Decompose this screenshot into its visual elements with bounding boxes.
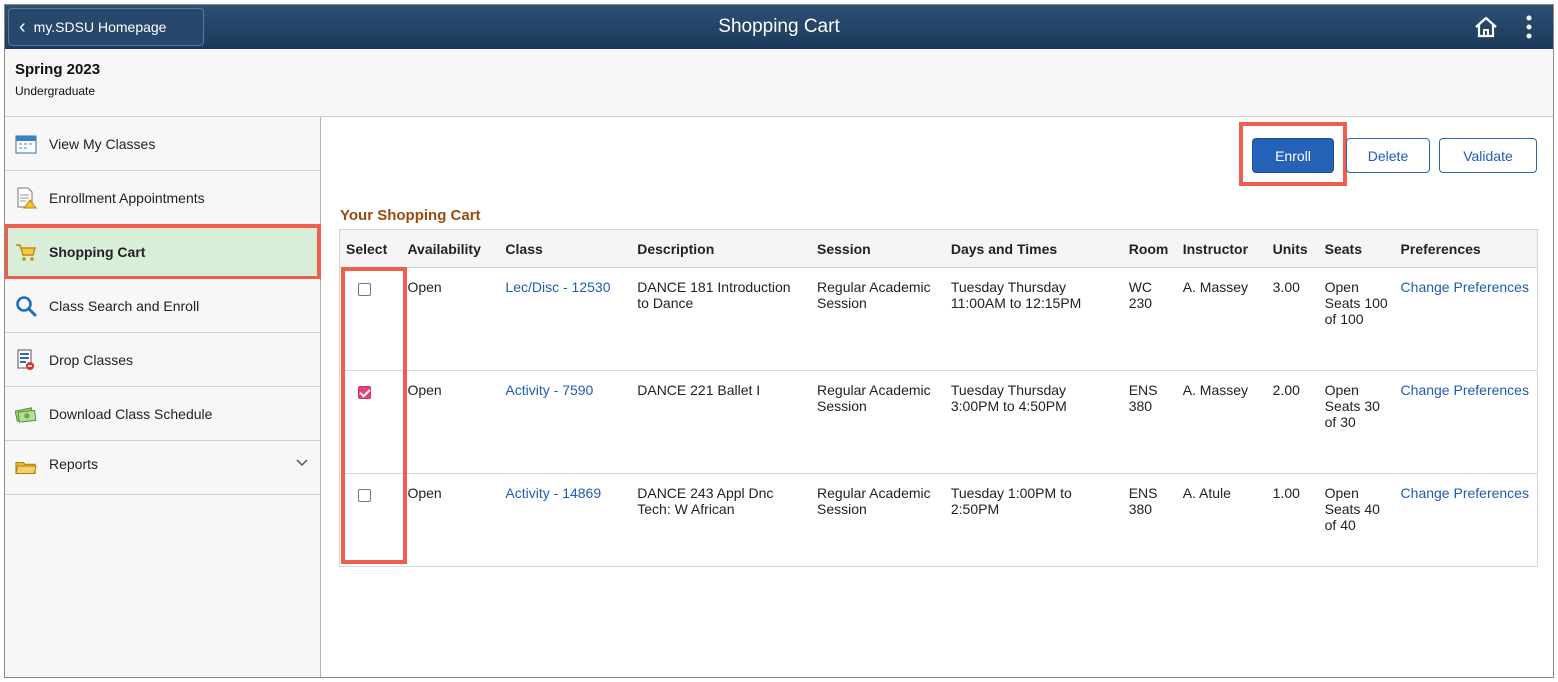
sidebar-item-download-schedule[interactable]: Download Class Schedule [5, 387, 320, 441]
description-cell: DANCE 243 Appl Dnc Tech: W African [631, 474, 811, 567]
sidebar-item-label: Shopping Cart [49, 244, 145, 260]
days-times-cell: Tuesday Thursday 3:00PM to 4:50PM [945, 371, 1123, 474]
term-name: Spring 2023 [15, 61, 100, 78]
instructor-cell: A. Massey [1177, 268, 1267, 371]
column-header: Select [340, 230, 402, 268]
instructor-cell: A. Massey [1177, 371, 1267, 474]
description-cell: DANCE 181 Introduction to Dance [631, 268, 811, 371]
sidebar-item-shopping-cart[interactable]: Shopping Cart [5, 225, 320, 279]
column-header: Availability [401, 230, 499, 268]
seats-cell: Open Seats 100 of 100 [1319, 268, 1395, 371]
term-career: Undergraduate [15, 84, 95, 98]
delete-button[interactable]: Delete [1346, 138, 1430, 173]
page-title: Shopping Cart [5, 5, 1553, 49]
room-cell: WC 230 [1123, 268, 1177, 371]
description-cell: DANCE 221 Ballet I [631, 371, 811, 474]
availability-cell: Open [401, 474, 499, 567]
sidebar: View My Classes Enrollment Appointments … [5, 117, 321, 677]
column-header: Description [631, 230, 811, 268]
class-link[interactable]: Activity - 7590 [505, 382, 593, 398]
sidebar-item-class-search[interactable]: Class Search and Enroll [5, 279, 320, 333]
session-cell: Regular Academic Session [811, 268, 945, 371]
sidebar-item-label: Drop Classes [49, 352, 133, 368]
column-header: Instructor [1177, 230, 1267, 268]
room-cell: ENS 380 [1123, 371, 1177, 474]
more-options-icon[interactable] [1525, 14, 1533, 40]
column-header: Class [499, 230, 631, 268]
column-header: Session [811, 230, 945, 268]
class-link[interactable]: Lec/Disc - 12530 [505, 279, 610, 295]
drop-list-icon [15, 349, 37, 371]
sidebar-item-label: View My Classes [49, 136, 155, 152]
sidebar-item-drop-classes[interactable]: Drop Classes [5, 333, 320, 387]
table-row: Open Lec/Disc - 12530 DANCE 181 Introduc… [340, 268, 1538, 371]
seats-cell: Open Seats 30 of 30 [1319, 371, 1395, 474]
sidebar-item-label: Reports [49, 456, 98, 472]
back-to-homepage-button[interactable]: ‹ my.SDSU Homepage [8, 8, 204, 46]
table-header-row: Select Availability Class Description Se… [340, 230, 1538, 268]
chevron-down-icon[interactable] [296, 455, 308, 470]
sidebar-item-view-my-classes[interactable]: View My Classes [5, 117, 320, 171]
column-header: Days and Times [945, 230, 1123, 268]
sidebar-item-reports[interactable]: Reports [5, 441, 320, 495]
column-header: Units [1267, 230, 1319, 268]
validate-button[interactable]: Validate [1439, 138, 1537, 173]
units-cell: 2.00 [1267, 371, 1319, 474]
select-checkbox[interactable] [358, 489, 371, 502]
session-cell: Regular Academic Session [811, 474, 945, 567]
back-button-label: my.SDSU Homepage [34, 19, 167, 35]
change-preferences-link[interactable]: Change Preferences [1401, 485, 1529, 501]
seats-cell: Open Seats 40 of 40 [1319, 474, 1395, 567]
home-icon[interactable] [1473, 14, 1499, 40]
header-bar: ‹ my.SDSU Homepage Shopping Cart [5, 5, 1553, 49]
change-preferences-link[interactable]: Change Preferences [1401, 382, 1529, 398]
search-icon [15, 295, 37, 317]
table-row: Open Activity - 7590 DANCE 221 Ballet I … [340, 371, 1538, 474]
sidebar-item-enrollment-appointments[interactable]: Enrollment Appointments [5, 171, 320, 225]
column-header: Room [1123, 230, 1177, 268]
cart-icon [15, 241, 37, 263]
chevron-left-icon: ‹ [19, 17, 26, 37]
main-content: Enroll Delete Validate Your Shopping Car… [322, 117, 1553, 677]
sidebar-item-label: Download Class Schedule [49, 406, 212, 422]
units-cell: 1.00 [1267, 474, 1319, 567]
sidebar-item-label: Class Search and Enroll [49, 298, 199, 314]
calendar-icon [15, 133, 37, 155]
session-cell: Regular Academic Session [811, 371, 945, 474]
select-checkbox[interactable] [358, 386, 371, 399]
change-preferences-link[interactable]: Change Preferences [1401, 279, 1529, 295]
days-times-cell: Tuesday Thursday 11:00AM to 12:15PM [945, 268, 1123, 371]
table-row: Open Activity - 14869 DANCE 243 Appl Dnc… [340, 474, 1538, 567]
shopping-cart-table: Select Availability Class Description Se… [339, 229, 1538, 567]
app-window: ‹ my.SDSU Homepage Shopping Cart Spring … [4, 4, 1554, 678]
folder-icon [15, 456, 37, 478]
select-checkbox[interactable] [358, 283, 371, 296]
column-header: Seats [1319, 230, 1395, 268]
days-times-cell: Tuesday 1:00PM to 2:50PM [945, 474, 1123, 567]
column-header: Preferences [1395, 230, 1538, 268]
sidebar-item-label: Enrollment Appointments [49, 190, 205, 206]
document-warning-icon [15, 187, 37, 209]
term-bar: Spring 2023 Undergraduate [5, 49, 1553, 117]
availability-cell: Open [401, 371, 499, 474]
money-download-icon [15, 403, 37, 425]
availability-cell: Open [401, 268, 499, 371]
shopping-cart-title: Your Shopping Cart [340, 207, 481, 224]
units-cell: 3.00 [1267, 268, 1319, 371]
class-link[interactable]: Activity - 14869 [505, 485, 601, 501]
enroll-highlight-box [1239, 122, 1347, 186]
instructor-cell: A. Atule [1177, 474, 1267, 567]
room-cell: ENS 380 [1123, 474, 1177, 567]
